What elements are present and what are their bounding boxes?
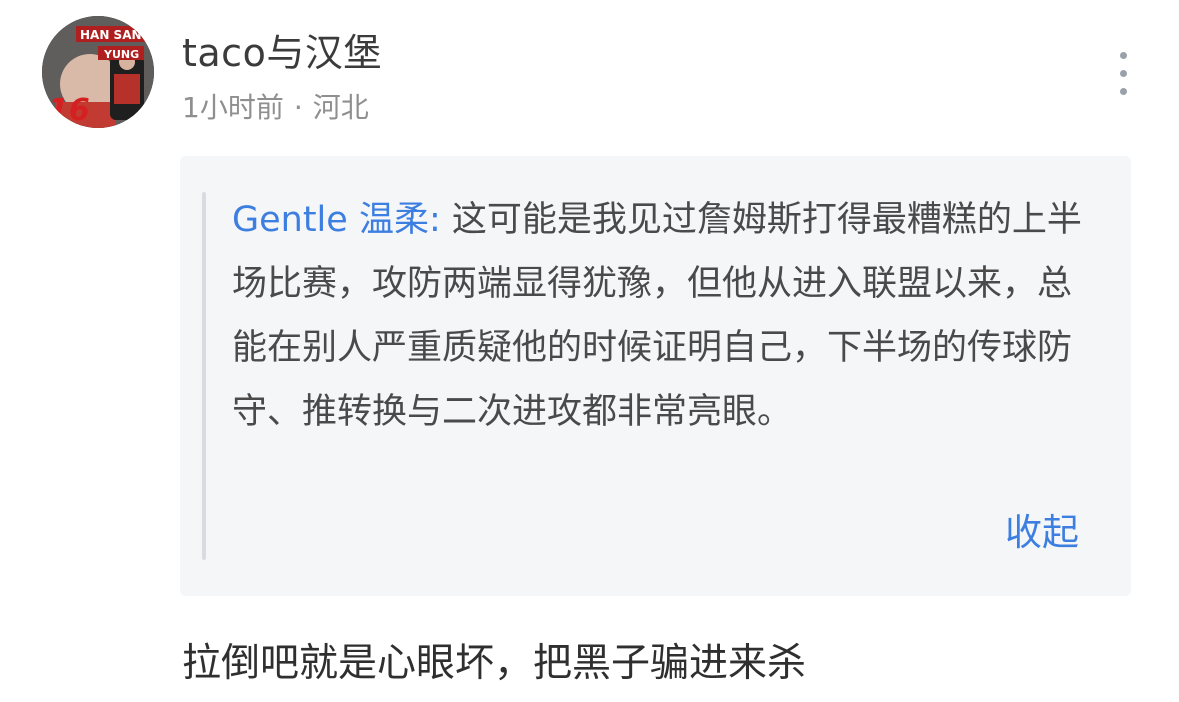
avatar-number: 16 bbox=[48, 93, 90, 128]
comment-meta: 1小时前 · 河北 bbox=[182, 86, 369, 126]
post-location: 河北 bbox=[312, 91, 369, 124]
comment-text: 拉倒吧就是心眼坏，把黑子骗进来杀 bbox=[182, 641, 807, 686]
avatar-top-text: HAN SANG bbox=[80, 28, 151, 42]
quote-author[interactable]: Gentle 温柔: bbox=[232, 200, 441, 240]
more-vertical-icon-dot bbox=[1120, 70, 1127, 77]
quoted-comment: Gentle 温柔: 这可能是我见过詹姆斯打得最糟糕的上半场比赛，攻防两端显得犹… bbox=[180, 156, 1131, 596]
username[interactable]: taco与汉堡 bbox=[182, 22, 382, 77]
more-vertical-icon-dot bbox=[1120, 88, 1127, 95]
more-options-button[interactable] bbox=[1110, 50, 1138, 98]
meta-separator: · bbox=[293, 91, 303, 124]
collapse-button[interactable]: 收起 bbox=[1005, 502, 1079, 556]
quote-body: Gentle 温柔: 这可能是我见过詹姆斯打得最糟糕的上半场比赛，攻防两端显得犹… bbox=[232, 188, 1092, 444]
post-time: 1小时前 bbox=[182, 91, 284, 124]
avatar-image: HAN SANG YUNG 16 bbox=[42, 16, 154, 128]
quote-divider bbox=[202, 192, 206, 560]
avatar[interactable]: HAN SANG YUNG 16 bbox=[42, 16, 154, 128]
avatar-mid-text: YUNG bbox=[103, 48, 139, 61]
more-vertical-icon bbox=[1120, 52, 1127, 59]
